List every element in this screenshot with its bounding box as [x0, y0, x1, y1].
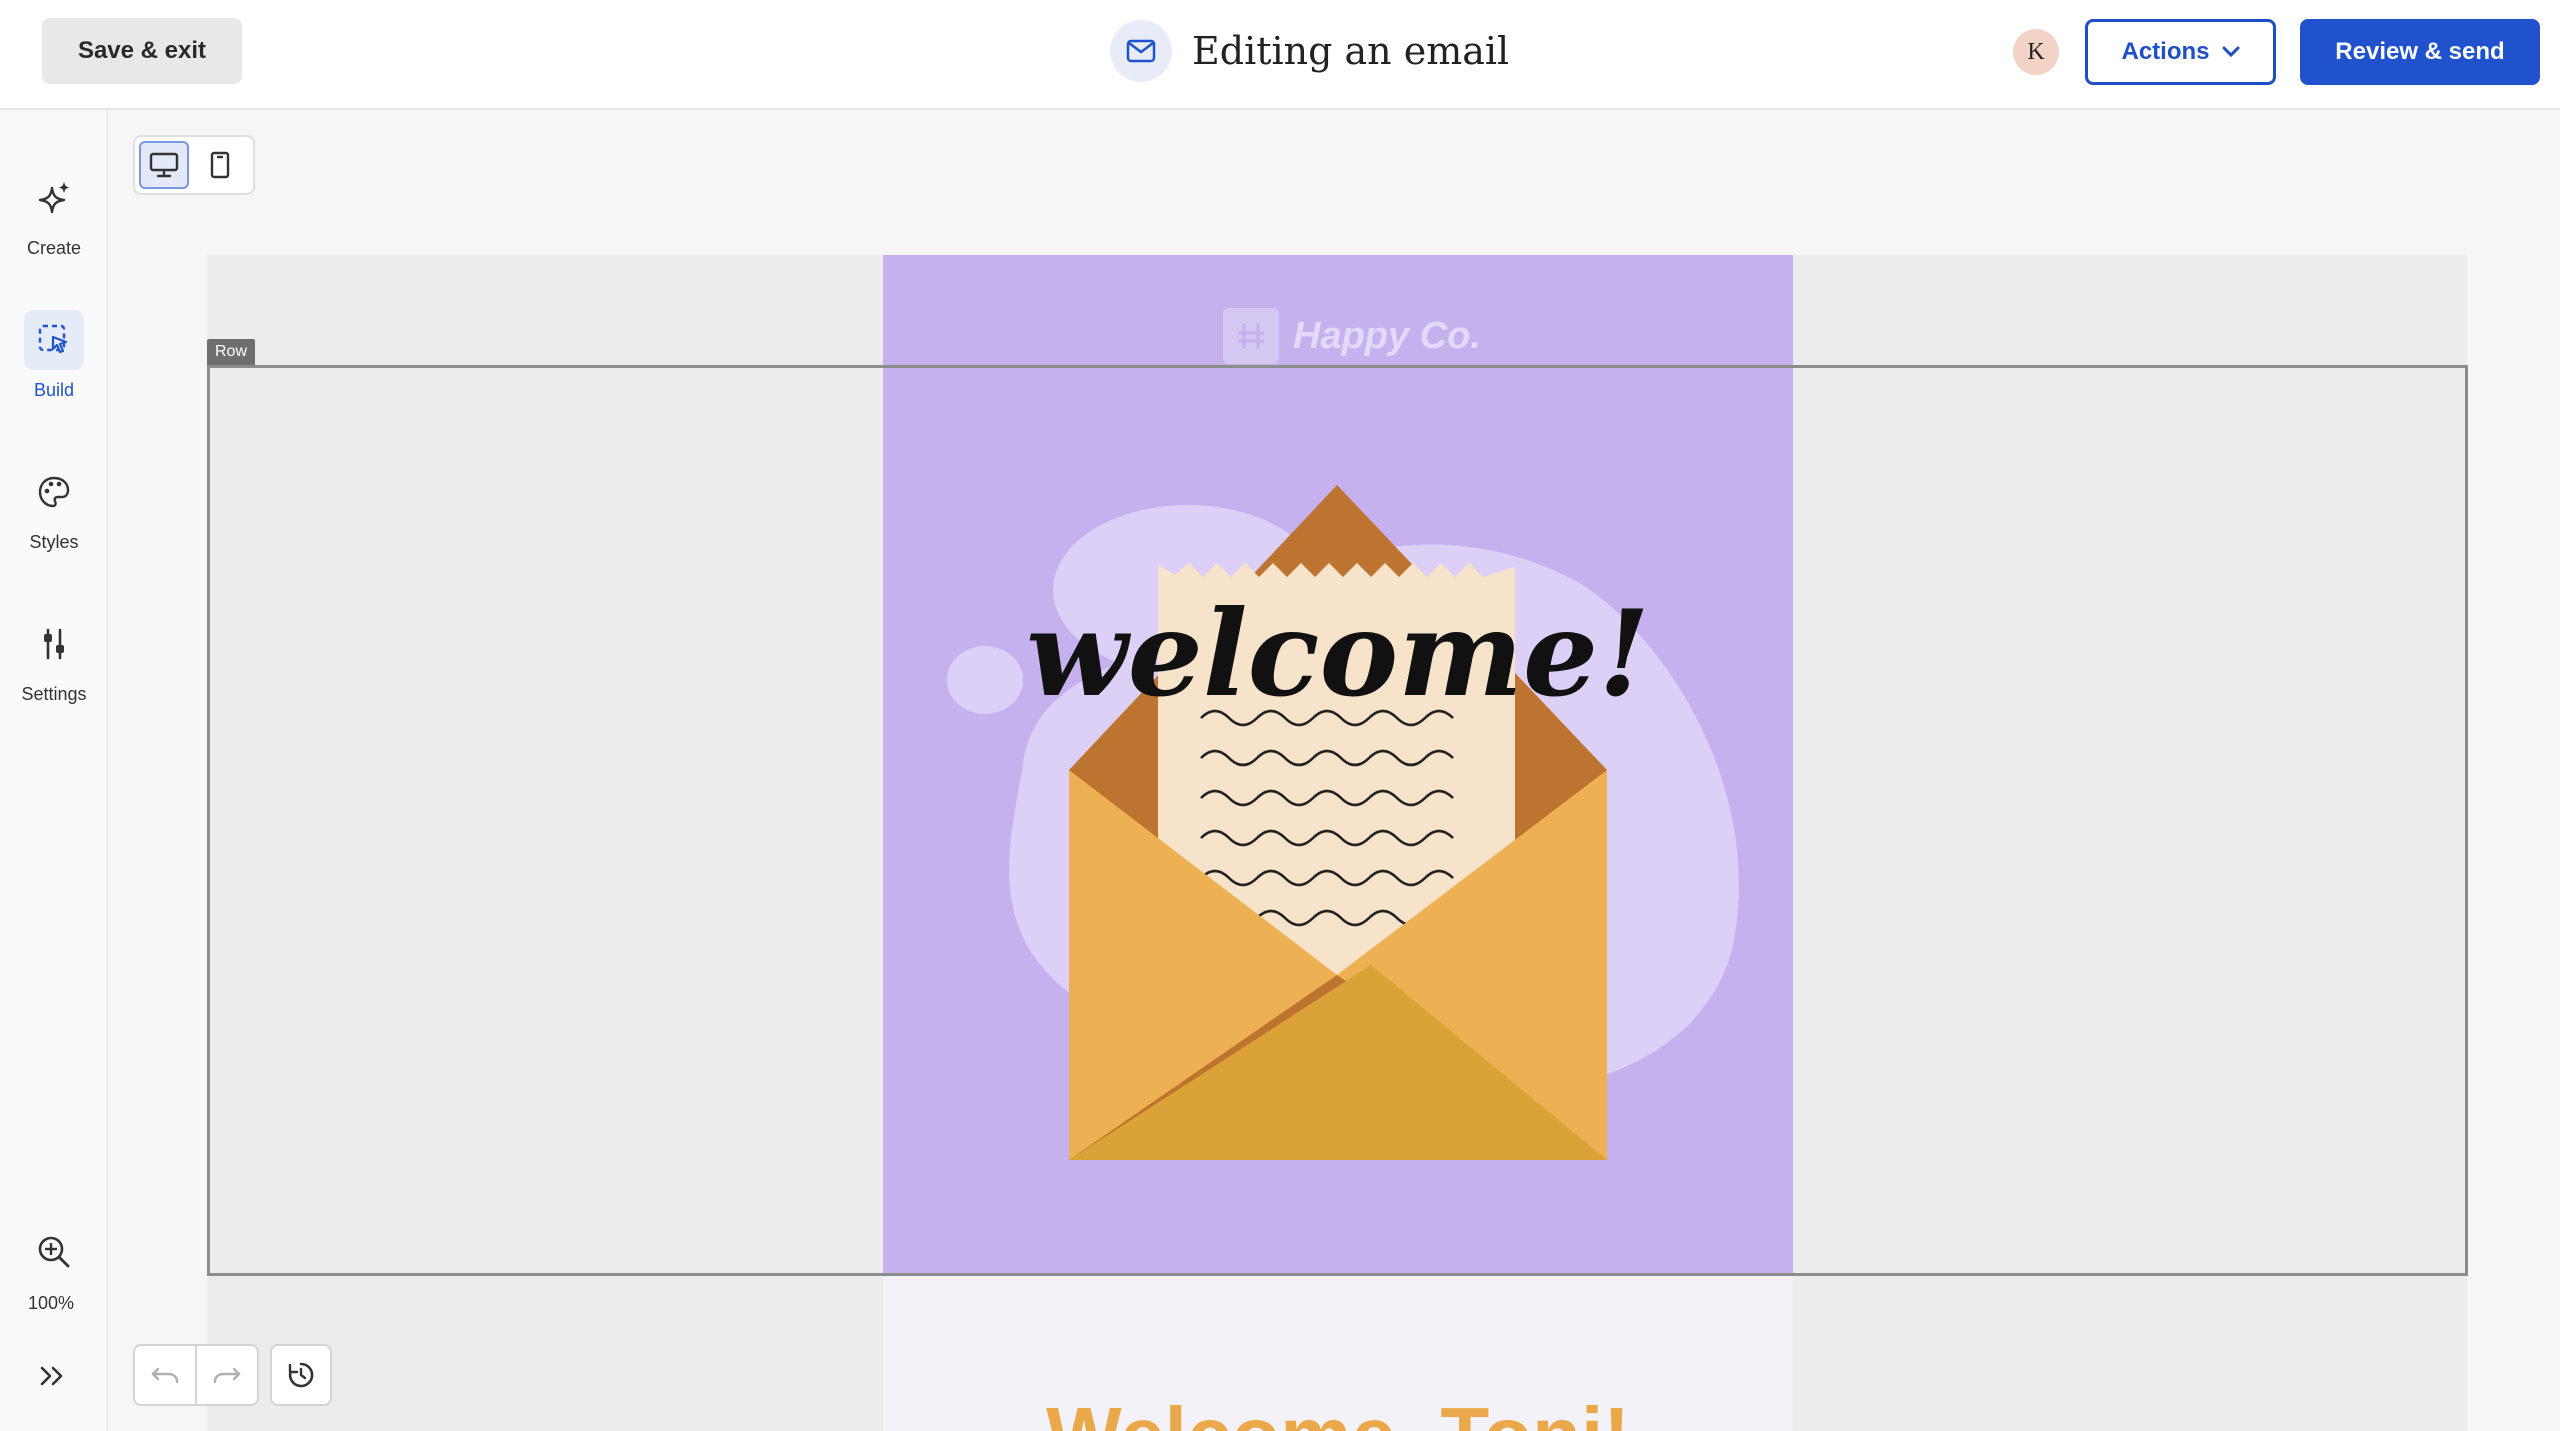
- select-pointer-icon: [24, 310, 84, 370]
- avatar[interactable]: K: [2013, 29, 2059, 75]
- email-hero-image[interactable]: Happy Co. welcome!: [883, 255, 1793, 1275]
- sidebar-item-label: Settings: [21, 684, 87, 704]
- row-tag[interactable]: Row: [207, 339, 256, 365]
- envelope-icon: [1110, 20, 1172, 82]
- actions-button[interactable]: Actions: [2085, 19, 2276, 85]
- undo-icon: [151, 1367, 179, 1384]
- sidebar-item-create[interactable]: Create: [0, 168, 108, 259]
- zoom-level: 100%: [27, 1293, 75, 1313]
- redo-button[interactable]: [197, 1346, 257, 1404]
- device-preview-toggle: [133, 135, 255, 195]
- save-exit-button[interactable]: Save & exit: [42, 18, 242, 84]
- hero-welcome-text: welcome!: [1026, 584, 1650, 723]
- mobile-icon: [210, 151, 230, 179]
- sidebar-item-settings[interactable]: Settings: [0, 614, 108, 705]
- history-icon: [288, 1362, 314, 1388]
- redo-icon: [213, 1367, 241, 1384]
- page-title-group: Editing an email: [1110, 20, 1509, 82]
- desktop-icon: [149, 152, 179, 178]
- mobile-preview-button[interactable]: [195, 141, 245, 189]
- desktop-preview-button[interactable]: [139, 141, 189, 189]
- version-history-button[interactable]: [270, 1344, 332, 1406]
- review-send-button[interactable]: Review & send: [2300, 19, 2540, 85]
- chevron-down-icon: [2222, 46, 2239, 58]
- zoom-in-icon: [38, 1236, 70, 1268]
- undo-button[interactable]: [135, 1346, 197, 1404]
- expand-sidebar-button[interactable]: [30, 1356, 74, 1396]
- sidebar-item-label: Create: [26, 238, 82, 258]
- sidebar-item-build[interactable]: Build: [0, 310, 108, 401]
- sliders-icon: [24, 614, 84, 674]
- undo-redo-group: [133, 1344, 259, 1406]
- welcome-envelope-illustration: welcome!: [947, 485, 1739, 1160]
- zoom-in-button[interactable]: [28, 1226, 80, 1278]
- sidebar-item-label: Build: [33, 380, 75, 400]
- palette-icon: [24, 462, 84, 522]
- double-chevron-right-icon: [40, 1366, 63, 1386]
- actions-label: Actions: [2121, 38, 2210, 65]
- email-heading[interactable]: Welcome, Toni!: [883, 1390, 1793, 1431]
- sparkle-icon: [24, 168, 84, 228]
- sidebar-item-label: Styles: [29, 532, 79, 552]
- email-body-section[interactable]: Welcome, Toni!: [883, 1275, 1793, 1431]
- sidebar-item-styles[interactable]: Styles: [0, 462, 108, 553]
- top-bar: Save & exit Editing an email K Actions R…: [0, 0, 2560, 110]
- page-title: Editing an email: [1192, 29, 1510, 73]
